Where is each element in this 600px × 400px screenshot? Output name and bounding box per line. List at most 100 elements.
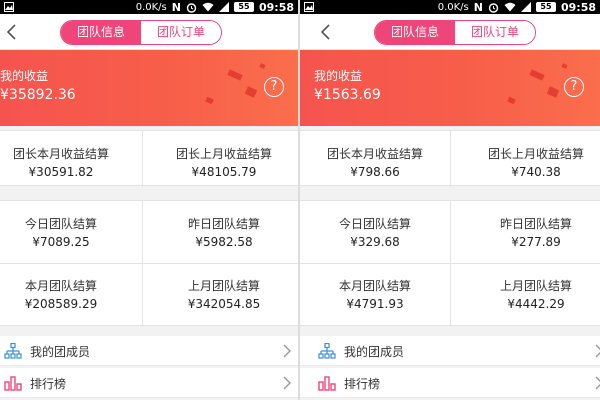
- wifi-icon: [504, 2, 516, 12]
- team-stat-1: 今日团队结算 ¥329.68: [305, 215, 445, 249]
- grid-divider: [450, 201, 451, 327]
- ranking-icon: [4, 376, 22, 391]
- tab-team-orders[interactable]: 团队订单: [141, 21, 221, 44]
- confetti-decoration: [561, 63, 568, 69]
- confetti-decoration: [244, 86, 258, 98]
- clock-time: 09:58: [560, 0, 596, 14]
- menu-row-ranking[interactable]: 排行榜: [0, 368, 298, 398]
- menu-label: 我的团成员: [344, 345, 405, 359]
- grid-divider: [0, 263, 298, 264]
- signal-icon: [520, 2, 531, 12]
- menu-row-ranking[interactable]: 排行榜: [300, 368, 600, 398]
- stat-title: 团长本月收益结算: [12, 147, 109, 161]
- team-tree-icon: [318, 343, 336, 359]
- leader-stat-1: 团长本月收益结算 ¥30591.82: [0, 145, 131, 179]
- screenshot-divider: [298, 0, 300, 400]
- menu-row-team-members[interactable]: 我的团成员: [0, 336, 298, 366]
- menu-label: 我的团成员: [30, 345, 91, 359]
- stat-title: 今日团队结算: [338, 217, 411, 231]
- team-stat-1: 今日团队结算 ¥7089.25: [0, 215, 131, 249]
- leader-stat-2: 团长上月收益结算 ¥48105.79: [154, 145, 294, 179]
- chevron-right-icon: [283, 376, 291, 390]
- stat-title: 昨日团队结算: [187, 217, 260, 231]
- team-stat-2: 昨日团队结算 ¥277.89: [466, 215, 600, 249]
- menu-label: 排行榜: [30, 377, 67, 391]
- grid-divider: [300, 263, 600, 264]
- back-chevron-icon: [320, 24, 330, 40]
- stat-value: ¥5982.58: [195, 235, 253, 249]
- signal-icon: [218, 2, 229, 12]
- earnings-amount: ¥35892.36: [0, 87, 76, 103]
- stat-title: 团长本月收益结算: [326, 147, 423, 161]
- stat-value: ¥30591.82: [28, 165, 94, 179]
- team-settlement-group: 今日团队结算 ¥7089.25 昨日团队结算 ¥5982.58 本月团队结算 ¥20858…: [0, 200, 298, 327]
- clock-time: 09:58: [258, 0, 294, 14]
- menu-label: 排行榜: [344, 377, 381, 391]
- back-chevron-icon: [6, 24, 16, 40]
- status-icons: 0.0K/s N 55 09:58: [136, 0, 294, 14]
- tab-switcher: 团队信息 团队订单: [374, 20, 536, 45]
- menu-row-team-members[interactable]: 我的团成员: [300, 336, 600, 366]
- earnings-banner: 我的收益 ¥35892.36?: [0, 50, 298, 126]
- tab-team-orders[interactable]: 团队订单: [455, 21, 535, 44]
- team-stat-2: 昨日团队结算 ¥5982.58: [154, 215, 294, 249]
- grid-divider: [142, 131, 143, 187]
- earnings-amount: ¥1563.69: [314, 87, 381, 103]
- network-speed: 0.0K/s: [437, 1, 469, 13]
- team-stat-3: 本月团队结算 ¥208589.29: [0, 277, 131, 311]
- stat-value: ¥7089.25: [32, 235, 90, 249]
- earnings-label: 我的收益: [0, 69, 49, 83]
- tab-team-info[interactable]: 团队信息: [61, 21, 141, 44]
- confetti-decoration: [546, 86, 560, 98]
- confetti-decoration: [205, 96, 214, 105]
- stat-value: ¥329.68: [350, 235, 400, 249]
- nfc-badge: N: [473, 0, 483, 14]
- gallery-notification-icon: [304, 2, 314, 12]
- confetti-decoration: [227, 69, 243, 81]
- team-stat-4: 上月团队结算 ¥342054.85: [154, 277, 294, 311]
- grid-divider: [142, 201, 143, 327]
- back-button[interactable]: [4, 23, 20, 41]
- status-bar: 0.0K/s N 55 09:58: [300, 0, 600, 14]
- leader-earnings-group: 团长本月收益结算 ¥798.66 团长上月收益结算 ¥740.38: [300, 130, 600, 187]
- gallery-notification-icon: [4, 2, 14, 12]
- stat-title: 今日团队结算: [24, 217, 97, 231]
- alarm-icon: [186, 2, 197, 13]
- status-bar: 0.0K/s N 55 09:58: [0, 0, 298, 14]
- team-tree-icon: [4, 343, 22, 359]
- tab-switcher: 团队信息 团队订单: [60, 20, 222, 45]
- earnings-banner: 我的收益 ¥1563.69?: [300, 50, 600, 126]
- alarm-icon: [488, 2, 499, 13]
- stat-value: ¥342054.85: [187, 297, 261, 311]
- chevron-right-icon: [283, 344, 291, 358]
- stat-value: ¥277.89: [511, 235, 561, 249]
- help-icon[interactable]: ?: [264, 77, 284, 97]
- stat-title: 上月团队结算: [187, 279, 260, 293]
- leader-stat-2: 团长上月收益结算 ¥740.38: [466, 145, 600, 179]
- tab-team-info[interactable]: 团队信息: [375, 21, 455, 44]
- stat-title: 本月团队结算: [24, 279, 97, 293]
- team-stat-3: 本月团队结算 ¥4791.93: [305, 277, 445, 311]
- confetti-decoration: [507, 96, 516, 105]
- stat-value: ¥208589.29: [24, 297, 98, 311]
- phone-screen-2: 0.0K/s N 55 09:58 团队信息 团队订单我的收益 ¥1563.69? 团长本月收…: [300, 0, 600, 400]
- stat-title: 团长上月收益结算: [487, 147, 584, 161]
- stat-value: ¥4791.93: [346, 297, 404, 311]
- stat-title: 团长上月收益结算: [175, 147, 272, 161]
- team-settlement-group: 今日团队结算 ¥329.68 昨日团队结算 ¥277.89 本月团队结算 ¥4791.93…: [300, 200, 600, 327]
- chevron-right-icon: [595, 344, 600, 358]
- top-navigation: 团队信息 团队订单: [300, 14, 600, 50]
- back-button[interactable]: [318, 23, 334, 41]
- help-icon[interactable]: ?: [564, 77, 584, 97]
- stat-title: 上月团队结算: [499, 279, 572, 293]
- earnings-label: 我的收益: [314, 69, 363, 83]
- confetti-decoration: [259, 63, 266, 69]
- nfc-badge: N: [171, 0, 181, 14]
- phone-screen-1: 0.0K/s N 55 09:58 团队信息 团队订单我的收益 ¥35892.36? 团长本月…: [0, 0, 298, 400]
- wifi-icon: [202, 2, 214, 12]
- battery-icon: 55: [233, 2, 254, 12]
- team-stat-4: 上月团队结算 ¥4442.29: [466, 277, 600, 311]
- network-speed: 0.0K/s: [135, 1, 167, 13]
- battery-icon: 55: [535, 2, 556, 12]
- leader-earnings-group: 团长本月收益结算 ¥30591.82 团长上月收益结算 ¥48105.79: [0, 130, 298, 187]
